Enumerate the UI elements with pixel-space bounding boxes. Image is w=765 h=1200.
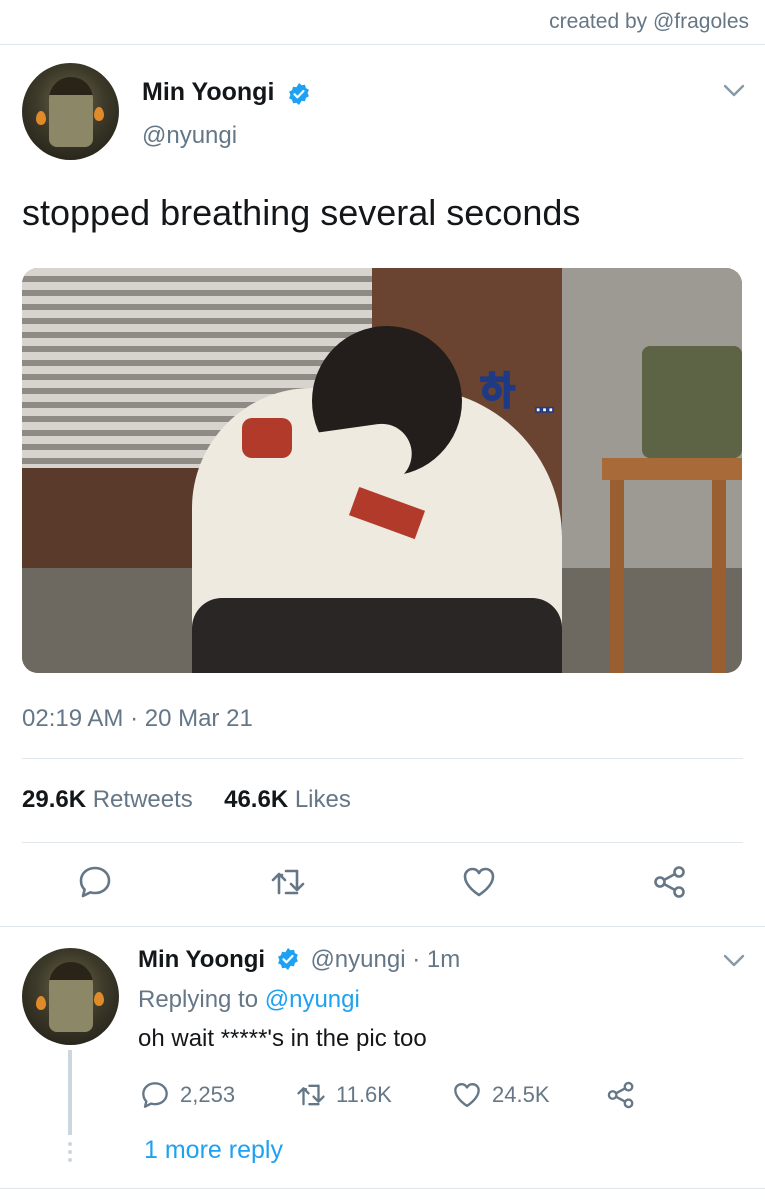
divider xyxy=(0,44,765,45)
likes-label[interactable]: Likes xyxy=(295,786,351,813)
chevron-down-icon[interactable] xyxy=(723,84,745,98)
thread-dot xyxy=(68,1142,72,1146)
reply-avatar[interactable] xyxy=(22,948,119,1045)
divider xyxy=(0,926,765,927)
retweet-count: 11.6K xyxy=(336,1082,392,1107)
heart-icon xyxy=(454,1083,480,1107)
replying-prefix: Replying to xyxy=(138,986,265,1013)
likes-count[interactable]: 46.6K xyxy=(224,786,288,813)
reply-header: Min Yoongi @nyungi · 1m xyxy=(138,946,460,974)
tweet-text: stopped breathing several seconds xyxy=(22,192,581,233)
verified-badge-icon xyxy=(277,948,298,970)
image-caption: 하 xyxy=(479,368,516,414)
reply-retweet-button[interactable]: 11.6K xyxy=(296,1080,392,1110)
author-handle[interactable]: @nyungi xyxy=(142,122,237,150)
more-replies-link[interactable]: 1 more reply xyxy=(144,1136,283,1165)
reply-bubble-icon xyxy=(142,1082,168,1108)
share-icon xyxy=(607,1081,634,1109)
share-icon[interactable] xyxy=(652,864,688,900)
divider xyxy=(0,1188,765,1189)
reply-age: · 1m xyxy=(405,946,461,973)
reply-share-button[interactable] xyxy=(606,1080,636,1110)
verified-badge-icon xyxy=(289,83,309,105)
engagement-stats: 29.6K Retweets 46.6K Likes xyxy=(22,786,351,814)
retweet-icon[interactable] xyxy=(270,864,306,900)
thread-dot xyxy=(68,1158,72,1162)
divider xyxy=(22,758,743,759)
heart-icon[interactable] xyxy=(461,864,497,900)
reply-author-name[interactable]: Min Yoongi xyxy=(138,946,265,973)
thread-dot xyxy=(68,1150,72,1154)
reply-count: 2,253 xyxy=(180,1082,236,1107)
retweet-icon xyxy=(297,1084,325,1106)
author-name[interactable]: Min Yoongi xyxy=(142,78,274,107)
reply-text: oh wait *****'s in the pic too xyxy=(138,1025,427,1052)
divider xyxy=(22,842,743,843)
thread-line xyxy=(68,1050,72,1135)
replying-to: Replying to @nyungi xyxy=(138,986,360,1014)
like-count: 24.5K xyxy=(492,1082,550,1107)
credit-label: created by @fragoles xyxy=(549,10,749,33)
reply-like-button[interactable]: 24.5K xyxy=(452,1080,550,1110)
tweet-timestamp[interactable]: 02:19 AM · 20 Mar 21 xyxy=(22,705,253,733)
chevron-down-icon[interactable] xyxy=(723,954,745,968)
image-caption-dots: ... xyxy=(533,385,556,420)
reply-reply-button[interactable]: 2,253 xyxy=(140,1080,235,1110)
replying-handle-link[interactable]: @nyungi xyxy=(265,986,360,1013)
retweets-label[interactable]: Retweets xyxy=(93,786,193,813)
reply-author-handle[interactable]: @nyungi xyxy=(310,946,405,973)
avatar[interactable] xyxy=(22,63,119,160)
tweet-image[interactable]: 하 ... xyxy=(22,268,742,673)
retweets-count[interactable]: 29.6K xyxy=(22,786,86,813)
reply-bubble-icon[interactable] xyxy=(77,864,113,900)
